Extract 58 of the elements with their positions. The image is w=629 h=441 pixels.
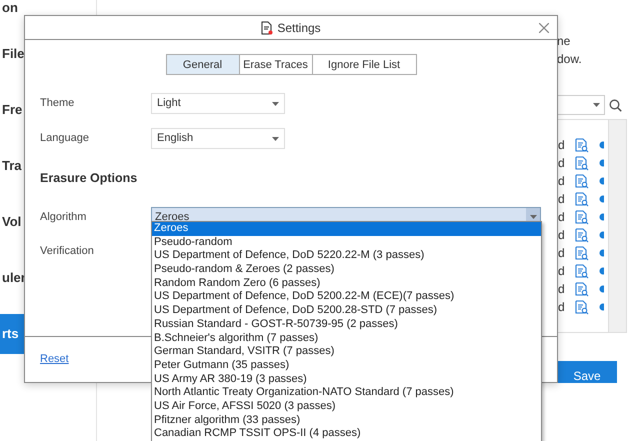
dropdown-field[interactable]: Light bbox=[151, 93, 285, 114]
table-cell-text: d bbox=[558, 263, 565, 280]
description-text: dow. bbox=[557, 52, 582, 66]
dropdown-option[interactable]: Canadian RCMP TSSIT OPS-II (4 passes) bbox=[152, 427, 541, 441]
tab[interactable]: Erase Traces bbox=[238, 54, 312, 75]
dropdown-option[interactable]: Zeroes bbox=[152, 222, 541, 236]
document-search-icon[interactable] bbox=[574, 282, 589, 296]
save-button[interactable]: Save bbox=[557, 361, 617, 383]
document-search-icon[interactable] bbox=[574, 192, 589, 206]
section-heading: Erasure Options bbox=[40, 170, 138, 187]
dropdown-option[interactable]: Pfitzner algorithm (33 passes) bbox=[152, 414, 541, 428]
tab[interactable]: General bbox=[166, 54, 240, 75]
document-search-icon[interactable] bbox=[574, 264, 589, 278]
dropdown-option[interactable]: US Air Force, AFSSI 5020 (3 passes) bbox=[152, 400, 541, 414]
dropdown-option[interactable]: German Standard, VSITR (7 passes) bbox=[152, 345, 541, 359]
settings-document-icon bbox=[261, 18, 274, 36]
dropdown-option[interactable]: US Department of Defence, DoD 5220.22-M (3 passes) bbox=[152, 249, 541, 264]
table-cell-text: d bbox=[558, 245, 565, 262]
reset-link[interactable]: Reset bbox=[40, 351, 69, 368]
caret-icon bbox=[272, 136, 279, 140]
table-cell-text: d bbox=[558, 191, 565, 208]
table-cell-text: d bbox=[558, 137, 565, 154]
table-cell-text: d bbox=[558, 155, 565, 172]
document-search-icon[interactable] bbox=[574, 138, 589, 152]
document-search-icon[interactable] bbox=[574, 300, 589, 314]
table-cell-text: d bbox=[558, 299, 565, 316]
sidebar-item[interactable]: on bbox=[0, 0, 96, 16]
table-cell-text: d bbox=[558, 227, 565, 244]
caret-icon bbox=[593, 103, 600, 107]
table-cell-text: d bbox=[558, 209, 565, 226]
table-cell-text: d bbox=[558, 281, 565, 298]
description-text: ne bbox=[557, 34, 570, 48]
document-search-icon[interactable] bbox=[574, 246, 589, 260]
field-label: Verification bbox=[40, 244, 95, 259]
tab[interactable]: Ignore File List bbox=[312, 54, 416, 75]
table-cell-text: d bbox=[558, 173, 565, 190]
dropdown-option[interactable]: Random Random Zero (6 passes) bbox=[152, 276, 541, 290]
document-search-icon[interactable] bbox=[574, 210, 589, 224]
dropdown-option[interactable]: US Department of Defence, DoD 5200.22-M (ECE)(7 passes) bbox=[152, 290, 541, 304]
caret-icon bbox=[272, 102, 279, 106]
field-label: Algorithm bbox=[40, 210, 88, 225]
dropdown-option[interactable]: Peter Gutmann (35 passes) bbox=[152, 358, 541, 373]
dropdown-option[interactable]: Pseudo-random & Zeroes (2 passes) bbox=[152, 263, 541, 277]
close-button[interactable] bbox=[539, 23, 549, 33]
dropdown-option[interactable]: Pseudo-random bbox=[152, 236, 541, 250]
document-search-icon[interactable] bbox=[574, 228, 589, 242]
document-search-icon[interactable] bbox=[574, 174, 589, 188]
dialog-title: Settings bbox=[277, 20, 321, 36]
document-search-icon[interactable] bbox=[574, 156, 589, 170]
dropdown-field[interactable]: English bbox=[151, 128, 285, 149]
field-label: Language bbox=[40, 131, 90, 146]
dropdown-option[interactable]: US Department of Defence, DoD 5200.28-STD (7 passes) bbox=[152, 304, 541, 318]
dropdown-option[interactable]: North Atlantic Treaty Organization-NATO Standard (7 passes) bbox=[152, 386, 541, 400]
dropdown-option[interactable]: Russian Standard - GOST-R-50739-95 (2 passes) bbox=[152, 318, 541, 332]
dropdown-option[interactable]: US Army AR 380-19 (3 passes) bbox=[152, 372, 541, 386]
field-label: Theme bbox=[40, 96, 76, 112]
scrollbar[interactable] bbox=[608, 120, 626, 332]
dropdown-option[interactable]: B.Schneier's algorithm (7 passes) bbox=[152, 332, 541, 346]
